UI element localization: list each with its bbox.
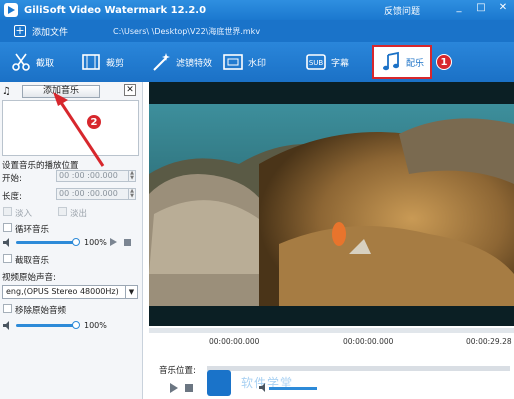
- tab-watermark-label: 水印: [248, 58, 267, 69]
- time-start: 00:00:00.000: [209, 337, 260, 346]
- original-volume-percent: 100%: [84, 321, 107, 330]
- watermark-icon: [223, 54, 243, 70]
- tab-subtitle-label: 字幕: [331, 58, 350, 69]
- app-logo-icon: [4, 3, 18, 17]
- music-position-label: 音乐位置:: [159, 366, 196, 376]
- file-path-text: C:\Users\ \Desktop\V22\海底世界.mkv: [113, 27, 261, 36]
- subtitle-icon: SUB: [306, 54, 326, 70]
- start-label: 开始:: [2, 174, 22, 184]
- time-middle: 00:00:00.000: [343, 337, 394, 346]
- fade-in-label: 淡入: [15, 209, 33, 219]
- fade-out-checkbox[interactable]: [58, 207, 67, 216]
- video-preview[interactable]: [149, 82, 514, 326]
- video-timeline[interactable]: [149, 328, 514, 333]
- music-note-icon: [383, 51, 399, 71]
- music-note-small-icon: ♫: [2, 85, 11, 97]
- loop-music-label: 循环音乐: [15, 225, 50, 235]
- annotation-badge-2: 2: [86, 114, 102, 130]
- app-title: GiliSoft Video Watermark 12.2.0: [24, 4, 207, 16]
- original-speaker-icon: [3, 321, 9, 330]
- tab-filter-effects-label: 滤镜特效: [176, 58, 213, 69]
- music-stop-button[interactable]: [124, 239, 131, 246]
- remove-original-audio-checkbox[interactable]: [3, 304, 12, 313]
- length-time-value: 00 :00 :00.000: [59, 189, 118, 198]
- file-path-bar: + 添加文件 C:\Users\ \Desktop\V22\海底世界.mkv: [0, 20, 514, 42]
- remove-original-audio-label: 移除原始音频: [15, 306, 67, 316]
- tab-crop[interactable]: 裁剪: [80, 46, 124, 78]
- site-watermark-logo: [207, 370, 231, 396]
- music-play-button[interactable]: [110, 238, 117, 246]
- tab-music-label: 配乐: [406, 58, 425, 69]
- tab-filter-effects[interactable]: 滤镜特效: [150, 46, 212, 78]
- original-audio-select[interactable]: eng,(OPUS Stereo 48000Hz) ▼: [2, 285, 138, 299]
- title-bar: GiliSoft Video Watermark 12.2.0 反馈问题 _ □…: [0, 0, 514, 20]
- feedback-link[interactable]: 反馈问题: [384, 4, 420, 17]
- loop-music-checkbox[interactable]: [3, 223, 12, 232]
- tab-crop-label: 裁剪: [106, 58, 125, 69]
- music-volume-knob[interactable]: [72, 238, 80, 246]
- original-audio-selected: eng,(OPUS Stereo 48000Hz): [6, 287, 119, 296]
- stop-button[interactable]: [185, 384, 193, 392]
- start-time-value: 00 :00 :00.000: [59, 171, 118, 180]
- music-list[interactable]: [2, 100, 139, 156]
- music-volume-slider[interactable]: [16, 241, 78, 244]
- main-toolbar: 截取 裁剪 滤镜特效 水印 SUB 字幕 配乐 1: [0, 42, 514, 82]
- player-controls: 00:00:00.000 00:00:00.000 00:00:29.28 音乐…: [149, 326, 514, 399]
- crop-icon: [82, 54, 100, 70]
- maximize-button[interactable]: □: [474, 2, 488, 13]
- trim-music-label: 截取音乐: [15, 256, 50, 266]
- plus-icon: +: [14, 24, 26, 37]
- time-end: 00:00:29.28: [466, 337, 512, 346]
- annotation-badge-1: 1: [436, 54, 452, 70]
- chevron-down-icon: ▼: [125, 286, 137, 298]
- start-time-input[interactable]: 00 :00 :00.000 ▲ ▼: [56, 170, 136, 182]
- music-volume-percent: 100%: [84, 238, 107, 247]
- fade-out-label: 淡出: [70, 209, 88, 219]
- music-settings-panel: ♫ 添加音乐 ✕ 设置音乐的播放位置 开始: 00 :00 :00.000 ▲ ▼…: [0, 82, 143, 399]
- scissors-icon: [12, 53, 30, 71]
- music-position-bar[interactable]: [207, 366, 510, 371]
- trim-music-checkbox[interactable]: [3, 254, 12, 263]
- play-button[interactable]: [170, 383, 178, 393]
- svg-text:SUB: SUB: [309, 59, 324, 67]
- original-volume-knob[interactable]: [72, 321, 80, 329]
- remove-music-button[interactable]: ✕: [124, 84, 136, 96]
- tab-trim[interactable]: 截取: [10, 46, 54, 78]
- video-frame-coral-reef: [149, 104, 514, 306]
- original-audio-title: 视频原始声音:: [2, 273, 56, 283]
- add-file-label: 添加文件: [32, 27, 69, 38]
- window-controls: _ □ ✕: [452, 2, 510, 13]
- fade-in-checkbox[interactable]: [3, 207, 12, 216]
- length-time-input[interactable]: 00 :00 :00.000 ▲ ▼: [56, 188, 136, 200]
- music-header-row: ♫ 添加音乐 ✕: [2, 84, 139, 98]
- length-time-spinner[interactable]: ▲ ▼: [128, 189, 135, 199]
- tab-subtitle[interactable]: SUB 字幕: [305, 46, 349, 78]
- tab-trim-label: 截取: [36, 58, 55, 69]
- tab-music[interactable]: 配乐 1: [372, 45, 452, 79]
- add-file-button[interactable]: + 添加文件: [8, 22, 74, 40]
- tab-watermark[interactable]: 水印: [222, 46, 266, 78]
- original-volume-slider[interactable]: [16, 324, 78, 327]
- minimize-button[interactable]: _: [452, 2, 466, 13]
- start-time-spinner[interactable]: ▲ ▼: [128, 171, 135, 181]
- speaker-icon: [3, 238, 9, 247]
- magic-wand-icon: [153, 53, 170, 71]
- length-label: 长度:: [2, 192, 22, 202]
- add-music-button[interactable]: 添加音乐: [22, 84, 100, 98]
- close-button[interactable]: ✕: [496, 2, 510, 13]
- player-volume-control[interactable]: [259, 383, 319, 393]
